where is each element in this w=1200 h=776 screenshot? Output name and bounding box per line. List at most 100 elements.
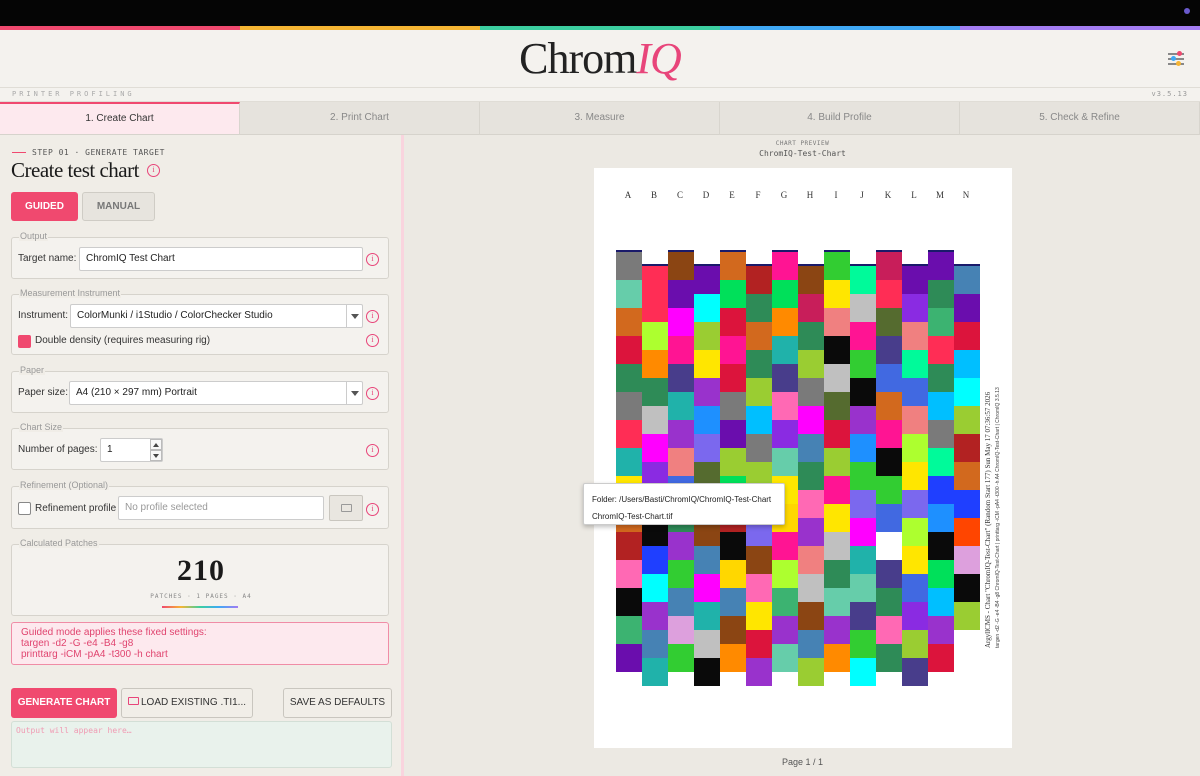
double-density-checkbox[interactable]	[18, 335, 31, 348]
color-patch	[876, 308, 902, 336]
color-patch	[642, 658, 668, 686]
color-patch	[772, 336, 798, 364]
color-patch	[772, 392, 798, 420]
chart-sheet[interactable]: ABCDEFGHIJKLMN ArgyllCMS - Chart "ChromI…	[594, 168, 1012, 748]
patch-summary: PATCHES · 1 PAGES · A4	[150, 593, 252, 600]
color-patch	[746, 574, 772, 602]
column-marker	[928, 250, 954, 252]
color-patch	[798, 518, 824, 546]
target-name-label: Target name:	[18, 253, 77, 264]
color-patch	[616, 448, 642, 476]
color-patch	[850, 546, 876, 574]
info-icon[interactable]: i	[366, 444, 379, 457]
color-patch	[642, 350, 668, 378]
patches-group: Calculated Patches 210 PATCHES · 1 PAGES…	[11, 538, 389, 616]
color-patch	[902, 434, 928, 462]
refinement-checkbox[interactable]	[18, 502, 31, 515]
instrument-group: Measurement Instrument Instrument: Color…	[11, 288, 389, 355]
instrument-select[interactable]: ColorMunki / i1Studio / ColorChecker Stu…	[70, 304, 363, 328]
color-patch	[642, 322, 668, 350]
target-name-input[interactable]: ChromIQ Test Chart	[79, 247, 363, 271]
refinement-profile-input[interactable]: No profile selected	[118, 496, 324, 520]
color-patch	[616, 644, 642, 672]
chart-side-command: targen -d2 -G -e4 -B4 -g8 ChromIQ-Test-C…	[995, 387, 1001, 648]
decrement-icon[interactable]	[150, 450, 162, 461]
color-patch	[746, 266, 772, 294]
instrument-select-value: ColorMunki / i1Studio / ColorChecker Stu…	[77, 310, 273, 321]
info-icon[interactable]: i	[147, 164, 160, 177]
manual-mode-button[interactable]: MANUAL	[82, 192, 155, 221]
color-patch	[850, 490, 876, 518]
color-patch	[668, 560, 694, 588]
color-patch	[694, 602, 720, 630]
paper-size-select[interactable]: A4 (210 × 297 mm) Portrait	[69, 381, 363, 405]
color-patch	[902, 658, 928, 686]
column-marker	[824, 250, 850, 252]
column-marker	[876, 250, 902, 252]
color-patch	[616, 560, 642, 588]
tooltip-folder: Folder: /Users/Basti/ChromIQ/ChromIQ-Tes…	[592, 495, 772, 504]
info-icon[interactable]: i	[366, 503, 379, 516]
preview-panel: CHART PREVIEW ChromIQ-Test-Chart ABCDEFG…	[405, 135, 1200, 776]
tooltip-file: ChromIQ-Test-Chart.tif	[592, 512, 673, 521]
color-patch	[824, 308, 850, 336]
tab-build-profile[interactable]: 4. Build Profile	[720, 102, 960, 135]
color-patch	[694, 658, 720, 686]
color-patch	[694, 322, 720, 350]
color-patch	[824, 588, 850, 616]
info-icon[interactable]: i	[366, 253, 379, 266]
load-existing-button[interactable]: LOAD EXISTING .TI1...	[121, 688, 253, 718]
color-patch	[772, 588, 798, 616]
color-patch	[954, 546, 980, 574]
column-marker	[720, 250, 746, 252]
color-patch	[928, 252, 954, 280]
output-log[interactable]: Output will appear here…	[11, 721, 392, 768]
color-patch	[772, 616, 798, 644]
color-patch	[798, 294, 824, 322]
color-patch	[850, 378, 876, 406]
color-patch	[902, 462, 928, 490]
color-patch	[642, 630, 668, 658]
tab-check-refine[interactable]: 5. Check & Refine	[960, 102, 1200, 135]
paper-group: Paper Paper size: A4 (210 × 297 mm) Port…	[11, 365, 389, 413]
tab-create-chart[interactable]: 1. Create Chart	[0, 102, 240, 135]
color-patch	[876, 252, 902, 280]
color-patch	[642, 406, 668, 434]
color-patch	[824, 448, 850, 476]
save-defaults-button[interactable]: SAVE AS DEFAULTS	[283, 688, 392, 718]
settings-sliders-icon[interactable]	[1168, 51, 1184, 66]
guided-mode-button[interactable]: GUIDED	[11, 192, 78, 221]
color-patch	[772, 532, 798, 560]
color-patch	[720, 616, 746, 644]
info-icon[interactable]: i	[366, 387, 379, 400]
color-patch	[824, 280, 850, 308]
browse-folder-button[interactable]	[329, 495, 363, 521]
color-patch	[616, 308, 642, 336]
color-patch	[798, 350, 824, 378]
column-marker	[616, 250, 642, 252]
folder-icon	[127, 697, 139, 706]
tab-print-chart[interactable]: 2. Print Chart	[240, 102, 480, 135]
file-tooltip: Folder: /Users/Basti/ChromIQ/ChromIQ-Tes…	[583, 483, 785, 525]
increment-icon[interactable]	[150, 439, 162, 450]
color-patch	[746, 294, 772, 322]
column-marker	[642, 264, 668, 266]
color-patch	[720, 252, 746, 280]
color-patch	[642, 546, 668, 574]
info-icon[interactable]: i	[366, 334, 379, 347]
color-patch	[954, 658, 980, 686]
generate-chart-button[interactable]: GENERATE CHART	[11, 688, 117, 718]
color-patch	[772, 448, 798, 476]
output-group: Output Target name: ChromIQ Test Chart i	[11, 231, 389, 279]
tab-measure[interactable]: 3. Measure	[480, 102, 720, 135]
color-patch	[746, 546, 772, 574]
refinement-label: Refinement profile	[35, 503, 117, 514]
color-patch	[798, 658, 824, 686]
color-patch	[720, 644, 746, 672]
color-patch	[642, 378, 668, 406]
group-legend: Output	[19, 231, 49, 241]
color-patch	[668, 420, 694, 448]
color-patch	[928, 336, 954, 364]
color-patch	[824, 364, 850, 392]
info-icon[interactable]: i	[366, 310, 379, 323]
